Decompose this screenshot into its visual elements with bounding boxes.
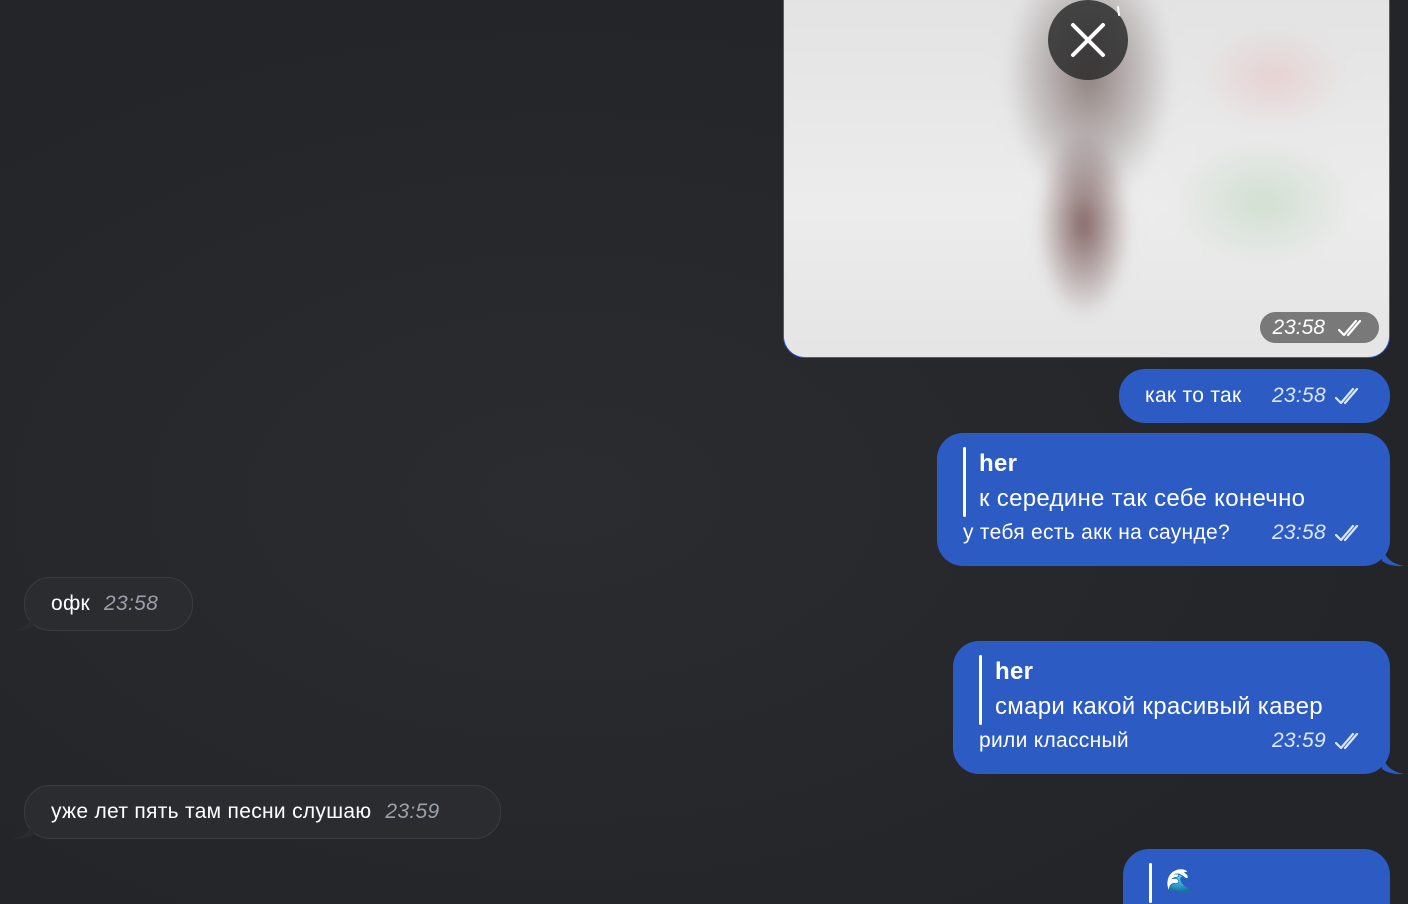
outgoing-message[interactable]: her смари какой красивый кавер рили клас… bbox=[953, 641, 1390, 774]
message-text: уже лет пять там песни слушаю bbox=[51, 800, 372, 823]
outgoing-message[interactable]: her к середине так себе конечно у тебя е… bbox=[937, 433, 1390, 566]
reply-quote[interactable]: 🌊 bbox=[1149, 863, 1364, 903]
double-check-icon bbox=[1334, 387, 1359, 405]
double-check-icon bbox=[1334, 524, 1359, 542]
message-time: 23:59 bbox=[1271, 729, 1326, 752]
message-text: как то так bbox=[1145, 384, 1242, 407]
double-check-icon bbox=[1337, 319, 1362, 336]
reply-quote[interactable]: her смари какой красивый кавер bbox=[979, 655, 1364, 725]
double-check-icon bbox=[1334, 732, 1359, 750]
wave-emoji: 🌊 bbox=[1165, 867, 1196, 895]
bubble-tail bbox=[1382, 547, 1404, 567]
image-time-label: 23:58 bbox=[1272, 315, 1325, 339]
incoming-message[interactable]: офк 23:58 bbox=[24, 577, 193, 631]
reply-text: смари какой красивый кавер bbox=[995, 693, 1323, 720]
image-message[interactable]: 23:58 bbox=[783, 0, 1390, 358]
reply-text: к середине так себе конечно bbox=[979, 485, 1306, 512]
reply-quote[interactable]: her к середине так себе конечно bbox=[963, 447, 1364, 517]
bubble-tail bbox=[12, 820, 34, 840]
message-time: 23:59 bbox=[385, 800, 440, 823]
message-time: 23:58 bbox=[1271, 521, 1326, 544]
reply-author: her bbox=[979, 450, 1018, 477]
image-timestamp: 23:58 bbox=[1260, 312, 1379, 343]
bubble-tail bbox=[1382, 755, 1404, 775]
reply-bar bbox=[1149, 863, 1152, 903]
close-icon[interactable] bbox=[1048, 0, 1128, 80]
outgoing-message[interactable]: 🌊 bbox=[1123, 849, 1390, 904]
message-time: 23:58 bbox=[1271, 384, 1326, 407]
message-time: 23:58 bbox=[104, 592, 159, 615]
chat-area: 23:58 как то так 23:58 her к середине та… bbox=[0, 0, 1408, 904]
message-text: у тебя есть акк на саунде? bbox=[963, 521, 1230, 544]
reply-author: her bbox=[995, 658, 1034, 685]
reply-bar bbox=[979, 655, 982, 725]
bubble-tail bbox=[12, 612, 34, 632]
incoming-message[interactable]: уже лет пять там песни слушаю 23:59 bbox=[24, 785, 501, 839]
outgoing-message[interactable]: как то так 23:58 bbox=[1119, 369, 1390, 423]
message-text: рили классный bbox=[979, 729, 1129, 752]
message-text: офк bbox=[51, 592, 91, 615]
reply-bar bbox=[963, 447, 966, 517]
